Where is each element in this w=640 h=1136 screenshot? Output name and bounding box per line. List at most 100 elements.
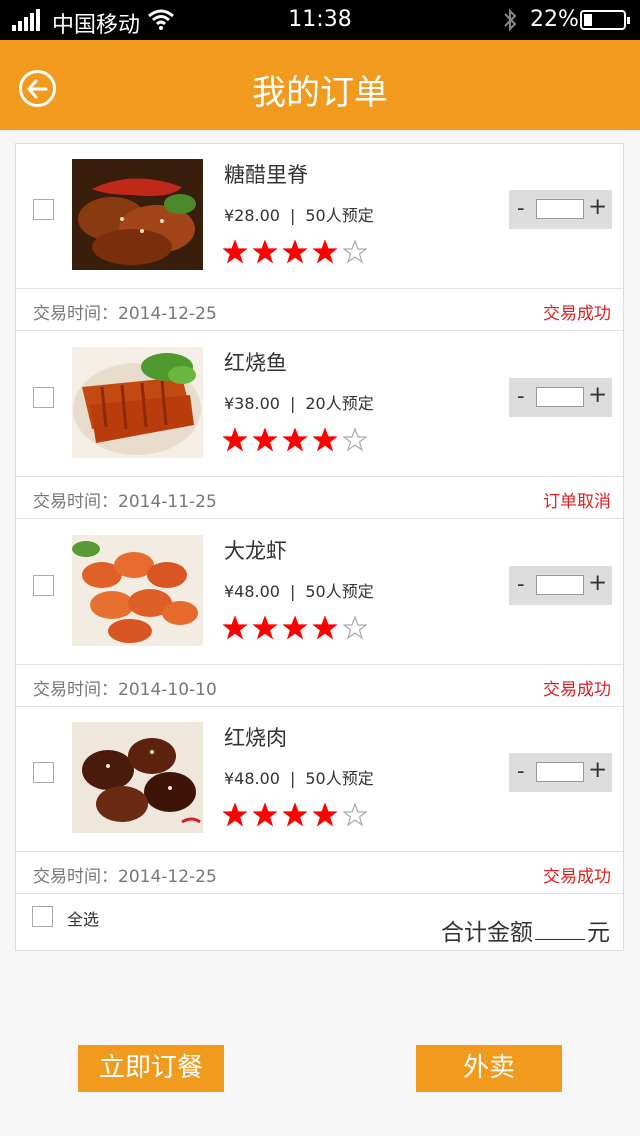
quantity-input[interactable] — [536, 199, 584, 219]
increase-button[interactable]: + — [588, 757, 607, 783]
star-filled-icon — [283, 428, 307, 452]
total-label: 合计金额 — [441, 920, 533, 946]
dish-meta: ¥48.00 | 50人预定 — [224, 578, 374, 602]
star-empty-icon — [343, 803, 367, 827]
reservation-count: 50人预定 — [305, 769, 374, 788]
dish-name: 大龙虾 — [224, 539, 287, 563]
star-filled-icon — [283, 803, 307, 827]
trade-time: 交易时间：2014-12-25 — [33, 304, 217, 324]
dish-price: ¥28.00 — [224, 206, 280, 225]
dish-meta: ¥38.00 | 20人预定 — [224, 390, 374, 414]
order-item: 糖醋里脊 ¥28.00 | 50人预定 - + 交易时间：2014-12-25 交易… — [16, 144, 623, 332]
increase-button[interactable]: + — [588, 382, 607, 408]
meta-separator: | — [289, 394, 296, 413]
status-badge: 交易成功 — [543, 304, 611, 324]
order-now-button[interactable]: 立即订餐 — [78, 1045, 224, 1092]
decrease-button[interactable]: - — [517, 384, 525, 408]
rating-stars — [223, 240, 383, 266]
status-badge: 交易成功 — [543, 867, 611, 887]
status-badge: 交易成功 — [543, 680, 611, 700]
takeout-button[interactable]: 外卖 — [416, 1045, 562, 1092]
page-title: 我的订单 — [252, 73, 388, 113]
star-filled-icon — [313, 803, 337, 827]
status-badge: 订单取消 — [543, 492, 611, 512]
quantity-stepper: - + — [509, 190, 612, 229]
summary-row: 全选 合计金额 元 — [16, 895, 623, 950]
star-empty-icon — [343, 240, 367, 264]
dish-name: 糖醋里脊 — [224, 163, 308, 187]
decrease-button[interactable]: - — [517, 572, 525, 596]
star-empty-icon — [343, 428, 367, 452]
meta-separator: | — [289, 206, 296, 225]
dish-name: 红烧鱼 — [224, 351, 287, 375]
star-filled-icon — [313, 616, 337, 640]
reservation-count: 50人预定 — [305, 582, 374, 601]
meta-separator: | — [289, 769, 296, 788]
star-filled-icon — [253, 803, 277, 827]
dish-photo-braised-pork[interactable] — [72, 722, 203, 833]
status-bar: 中国移动 11:38 22% — [0, 0, 640, 40]
dish-photo-lobster[interactable] — [72, 535, 203, 646]
dish-photo-sweet-sour-pork[interactable] — [72, 159, 203, 270]
battery-percent: 22% — [530, 7, 579, 32]
rating-stars — [223, 803, 383, 829]
star-filled-icon — [253, 616, 277, 640]
reservation-count: 50人预定 — [305, 206, 374, 225]
rating-stars — [223, 428, 383, 454]
star-filled-icon — [253, 428, 277, 452]
header-bar: 我的订单 — [0, 40, 640, 130]
order-checkbox[interactable] — [33, 575, 54, 596]
quantity-input[interactable] — [536, 387, 584, 407]
bluetooth-icon — [504, 8, 517, 32]
star-filled-icon — [313, 240, 337, 264]
order-checkbox[interactable] — [33, 762, 54, 783]
quantity-stepper: - + — [509, 753, 612, 792]
total-amount: 合计金额 元 — [441, 913, 610, 947]
star-filled-icon — [253, 240, 277, 264]
star-filled-icon — [223, 803, 247, 827]
trade-time: 交易时间：2014-11-25 — [33, 492, 217, 512]
dish-meta: ¥28.00 | 50人预定 — [224, 202, 374, 226]
select-all-label[interactable]: 全选 — [67, 906, 99, 930]
dish-price: ¥48.00 — [224, 769, 280, 788]
star-filled-icon — [223, 240, 247, 264]
increase-button[interactable]: + — [588, 570, 607, 596]
order-footer: 交易时间：2014-10-10 交易成功 — [16, 664, 623, 707]
total-unit: 元 — [587, 920, 610, 946]
trade-time: 交易时间：2014-10-10 — [33, 680, 217, 700]
dish-name: 红烧肉 — [224, 726, 287, 750]
meta-separator: | — [289, 582, 296, 601]
order-list: 糖醋里脊 ¥28.00 | 50人预定 - + 交易时间：2014-12-25 交易… — [15, 143, 624, 951]
select-all-checkbox[interactable] — [32, 906, 53, 927]
increase-button[interactable]: + — [588, 194, 607, 220]
order-item: 红烧鱼 ¥38.00 | 20人预定 - + 交易时间：2014-11-25 订单取… — [16, 332, 623, 520]
order-footer: 交易时间：2014-11-25 订单取消 — [16, 476, 623, 519]
battery-icon — [580, 10, 630, 30]
star-filled-icon — [283, 240, 307, 264]
order-checkbox[interactable] — [33, 387, 54, 408]
trade-time: 交易时间：2014-12-25 — [33, 867, 217, 887]
order-item: 红烧肉 ¥48.00 | 50人预定 - + 交易时间：2014-12-25 交易成… — [16, 707, 623, 895]
dish-meta: ¥48.00 | 50人预定 — [224, 765, 374, 789]
order-item: 大龙虾 ¥48.00 | 50人预定 - + 交易时间：2014-10-10 交易成… — [16, 520, 623, 708]
quantity-stepper: - + — [509, 566, 612, 605]
star-filled-icon — [313, 428, 337, 452]
dish-price: ¥48.00 — [224, 582, 280, 601]
star-filled-icon — [283, 616, 307, 640]
quantity-input[interactable] — [536, 575, 584, 595]
dish-photo-braised-fish[interactable] — [72, 347, 203, 458]
quantity-input[interactable] — [536, 762, 584, 782]
order-footer: 交易时间：2014-12-25 交易成功 — [16, 288, 623, 331]
star-empty-icon — [343, 616, 367, 640]
star-filled-icon — [223, 428, 247, 452]
rating-stars — [223, 616, 383, 642]
star-filled-icon — [223, 616, 247, 640]
order-checkbox[interactable] — [33, 199, 54, 220]
decrease-button[interactable]: - — [517, 759, 525, 783]
order-footer: 交易时间：2014-12-25 交易成功 — [16, 851, 623, 894]
decrease-button[interactable]: - — [517, 196, 525, 220]
reservation-count: 20人预定 — [305, 394, 374, 413]
quantity-stepper: - + — [509, 378, 612, 417]
total-value-blank — [535, 919, 585, 940]
dish-price: ¥38.00 — [224, 394, 280, 413]
